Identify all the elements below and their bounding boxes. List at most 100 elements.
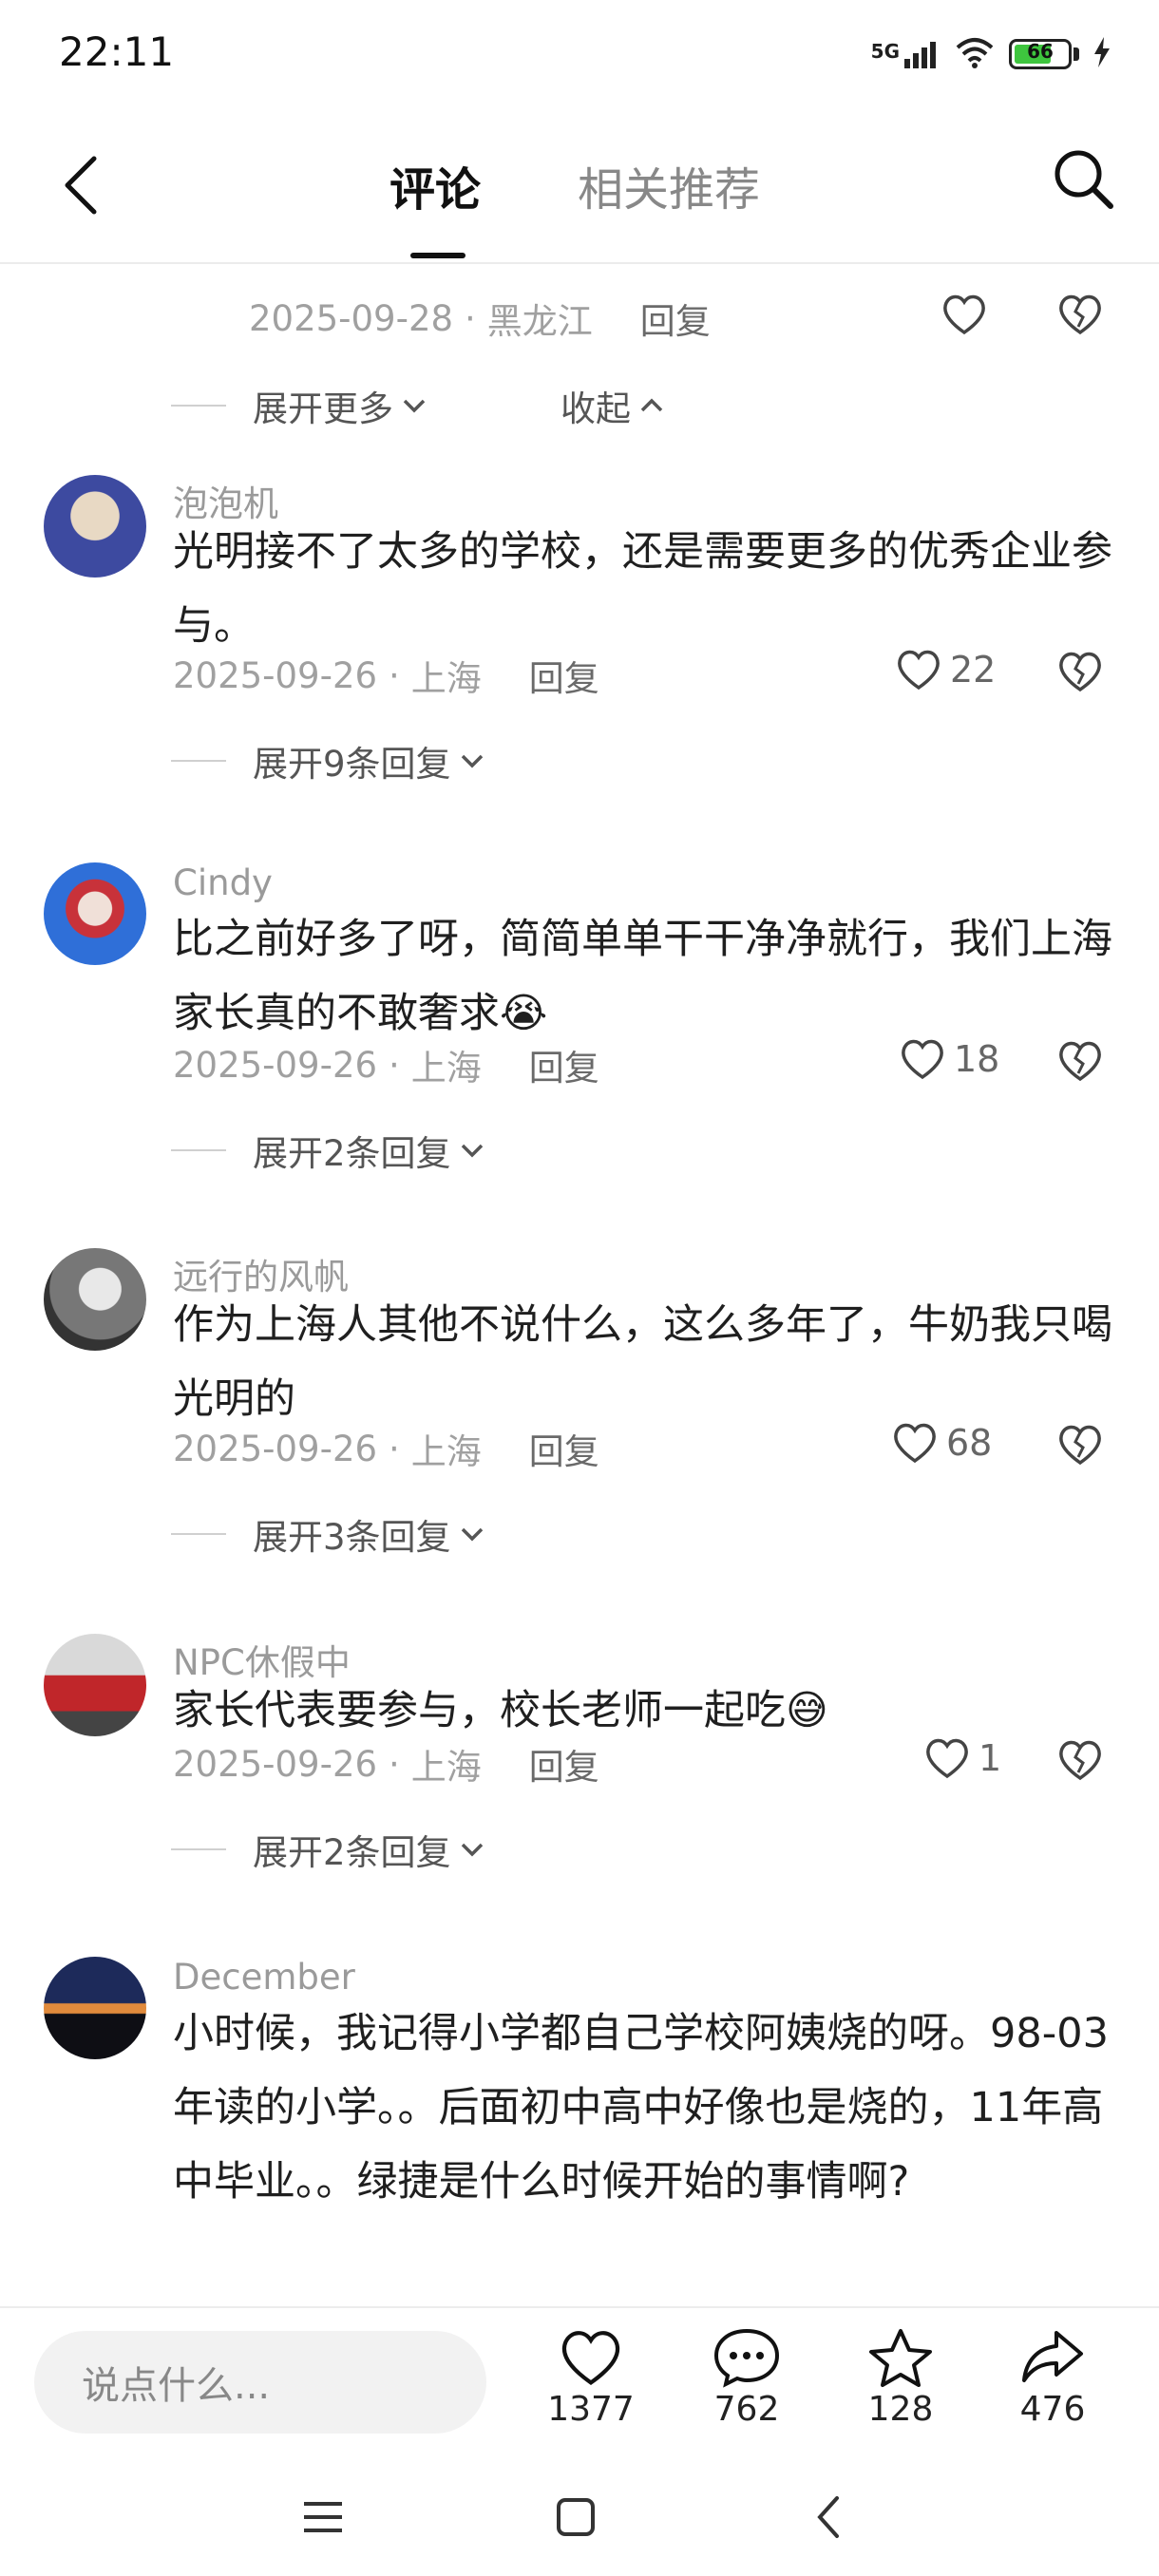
status-icons: 5G 66 (871, 36, 1112, 72)
dislike-button[interactable] (1056, 650, 1104, 697)
like-button[interactable]: 18 (899, 1037, 999, 1081)
like-button[interactable]: 68 (891, 1421, 992, 1465)
header: 评论 相关推荐 (0, 114, 1159, 264)
back-nav-button[interactable] (790, 2487, 866, 2548)
like-count: 18 (954, 1038, 1000, 1080)
favorite-count: 128 (867, 2390, 934, 2429)
reply-button[interactable]: 回复 (529, 1738, 599, 1790)
avatar[interactable] (44, 1634, 146, 1736)
menu-nav-button[interactable] (285, 2487, 361, 2548)
heart-icon (902, 1039, 943, 1080)
menu-icon (304, 2502, 342, 2532)
avatar[interactable] (44, 1248, 146, 1351)
comment-text: 比之前好多了呀，简简单单干干净净就行，我们上海家长真的不敢奢求😭 (173, 916, 1112, 1037)
search-icon (1054, 150, 1113, 209)
expand-replies-row: 展开9条回复 (171, 735, 485, 786)
battery-level: 66 (1027, 40, 1054, 63)
signal-icon: 5G (871, 40, 940, 68)
broken-heart-icon (1059, 1740, 1101, 1781)
reply-button[interactable]: 回复 (529, 1039, 599, 1090)
dislike-button[interactable] (1056, 293, 1104, 340)
like-count: 22 (950, 649, 997, 691)
collapse-label: 收起 (560, 388, 631, 429)
expand-replies-row: 展开2条回复 (171, 1125, 485, 1176)
expand-replies-button[interactable]: 展开3条回复 (253, 1508, 485, 1560)
back-arrow-icon (65, 156, 97, 215)
expand-replies-button[interactable]: 展开2条回复 (253, 1824, 485, 1875)
home-nav-button[interactable] (538, 2487, 614, 2548)
expand-replies-label: 展开2条回复 (253, 1133, 451, 1174)
comment-text: 作为上海人其他不说什么，这么多年了，牛奶我只喝光明的 (173, 1301, 1112, 1423)
reply-thread-controls: 展开更多 收起 (171, 380, 665, 431)
bottom-action-bar: 说点什么... 1377 762 128 476 (0, 2306, 1159, 2460)
reply-location: 黑龙江 (486, 301, 593, 342)
comment-action-button[interactable]: 762 (690, 2327, 804, 2429)
star-icon (869, 2329, 932, 2387)
back-triangle-icon (817, 2496, 839, 2538)
share-arrow-icon (1022, 2331, 1083, 2382)
comment-location: 上海 (410, 658, 482, 699)
comment-username[interactable]: December (173, 1957, 355, 1998)
like-button[interactable]: 1 (923, 1736, 1001, 1780)
comment-date: 2025-09-26 (173, 654, 378, 696)
like-count: 1377 (547, 2390, 635, 2429)
reply-button[interactable]: 回复 (529, 650, 599, 701)
dislike-button[interactable] (1056, 1738, 1104, 1786)
dislike-button[interactable] (1056, 1423, 1104, 1470)
avatar[interactable] (44, 1957, 146, 2059)
chevron-down-icon (461, 1843, 483, 1857)
comment-text: 小时候，我记得小学都自己学校阿姨烧的呀。98-03年读的小学。。后面初中高中好像… (173, 2010, 1109, 2206)
expand-replies-label: 展开3条回复 (253, 1517, 451, 1558)
expand-replies-row: 展开2条回复 (171, 1824, 485, 1875)
chevron-down-icon (403, 399, 426, 413)
comment-bubble-icon (713, 2328, 780, 2388)
reply-meta: 2025-09-28 · 黑龙江 回复 (249, 293, 711, 344)
battery-icon: 66 (1009, 39, 1072, 69)
reply-button[interactable]: 回复 (640, 293, 711, 344)
like-button[interactable] (940, 293, 988, 340)
expand-replies-label: 展开9条回复 (253, 744, 451, 785)
broken-heart-icon (1059, 652, 1101, 692)
status-bar: 22:11 5G 66 (0, 0, 1159, 114)
chevron-down-icon (461, 1527, 483, 1542)
share-action-button[interactable]: 476 (996, 2327, 1110, 2429)
comment-location: 上海 (410, 1747, 482, 1788)
like-button[interactable]: 22 (895, 648, 996, 691)
comment-list[interactable]: 2025-09-28 · 黑龙江 回复 展开更多 收起 泡泡机 光明接不了太多的… (0, 264, 1159, 2306)
heart-icon (898, 650, 940, 691)
comment-username[interactable]: Cindy (173, 862, 273, 903)
search-button[interactable] (1045, 141, 1121, 217)
reply-date: 2025-09-28 (249, 297, 454, 339)
network-label: 5G (870, 40, 900, 63)
heart-icon (561, 2331, 620, 2385)
favorite-action-button[interactable]: 128 (844, 2327, 958, 2429)
wifi-icon (954, 36, 996, 72)
square-home-icon (557, 2498, 595, 2536)
expand-more-label: 展开更多 (253, 388, 393, 429)
like-count: 1 (978, 1737, 1002, 1779)
expand-replies-button[interactable]: 展开2条回复 (253, 1125, 485, 1176)
expand-replies-label: 展开2条回复 (253, 1832, 451, 1873)
comment-meta: 2025-09-26 · 上海 回复 (173, 1738, 599, 1790)
back-button[interactable] (48, 147, 114, 223)
comment-count: 762 (713, 2390, 780, 2429)
chevron-down-icon (461, 754, 483, 768)
comment-location: 上海 (410, 1431, 482, 1472)
comment-meta: 2025-09-26 · 上海 回复 (173, 1423, 599, 1474)
collapse-button[interactable]: 收起 (560, 380, 665, 431)
share-count: 476 (1019, 2390, 1086, 2429)
expand-replies-button[interactable]: 展开9条回复 (253, 735, 485, 786)
heart-icon (926, 1738, 968, 1779)
like-action-button[interactable]: 1377 (534, 2327, 648, 2429)
chevron-down-icon (461, 1144, 483, 1158)
tab-related-recommendations[interactable]: 相关推荐 (578, 152, 760, 218)
dislike-button[interactable] (1056, 1039, 1104, 1087)
expand-more-button[interactable]: 展开更多 (253, 380, 428, 431)
chevron-up-icon (640, 398, 663, 412)
comment-input[interactable]: 说点什么... (34, 2331, 486, 2434)
reply-button[interactable]: 回复 (529, 1423, 599, 1474)
avatar[interactable] (44, 862, 146, 965)
avatar[interactable] (44, 475, 146, 578)
comment-meta: 2025-09-26 · 上海 回复 (173, 650, 599, 701)
tab-comments[interactable]: 评论 (390, 152, 481, 218)
